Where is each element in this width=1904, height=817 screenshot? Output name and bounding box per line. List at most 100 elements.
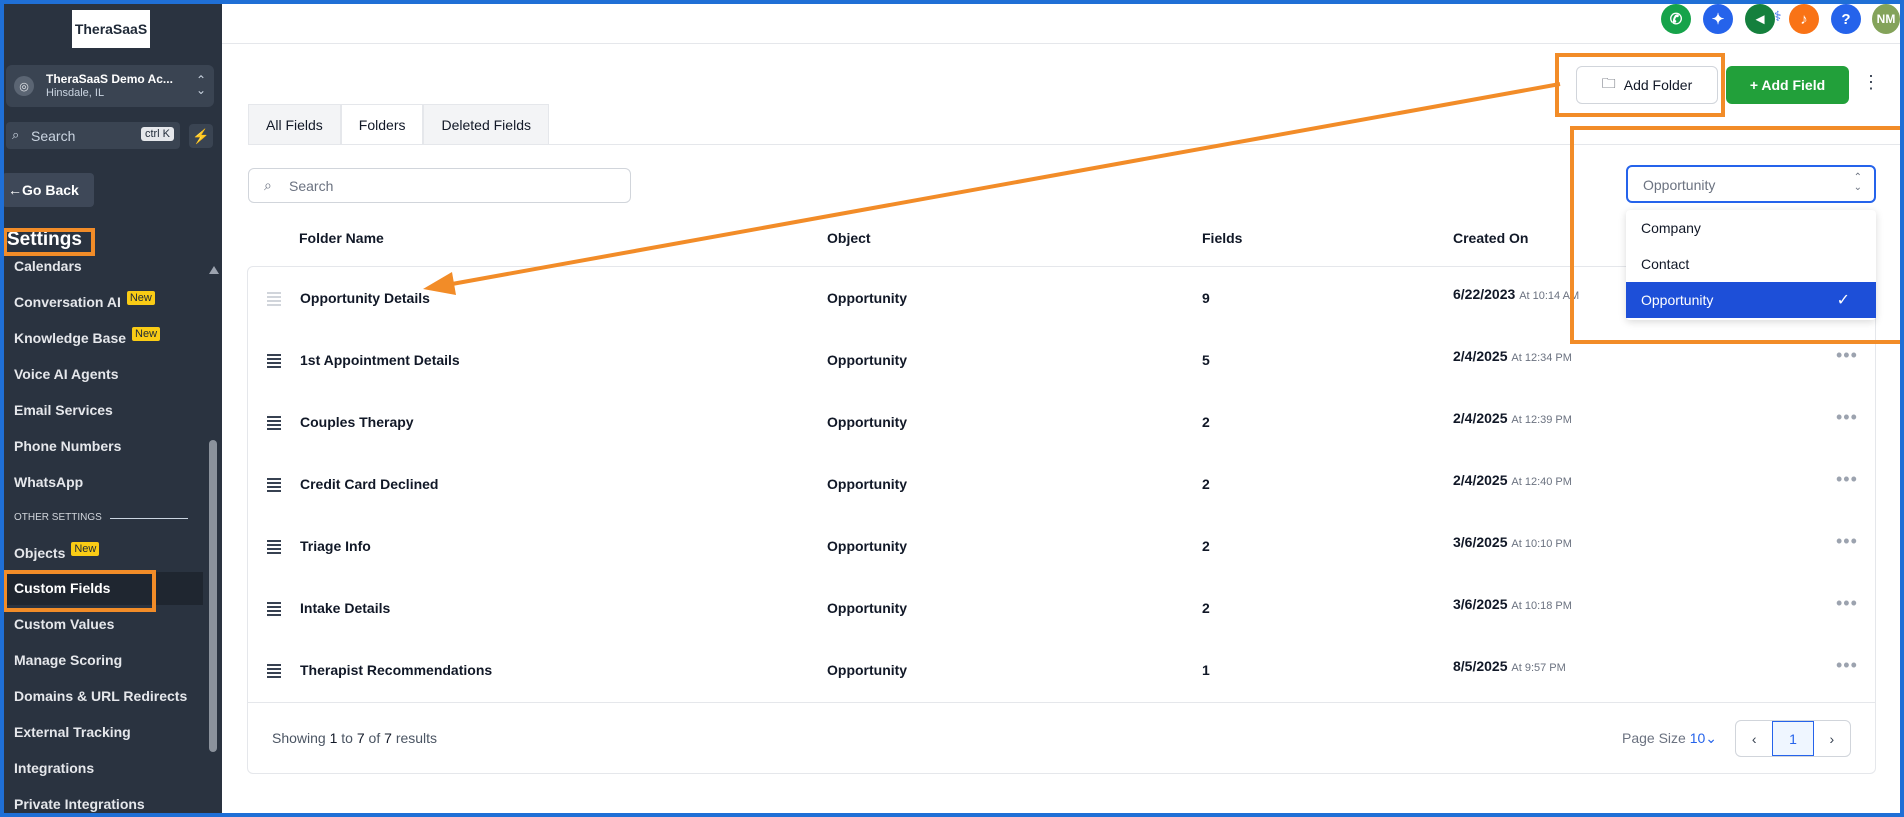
row-actions-icon[interactable]: ••• bbox=[1836, 531, 1858, 552]
more-vertical-icon[interactable]: ⋮ bbox=[1862, 72, 1880, 93]
drag-handle-icon[interactable] bbox=[267, 664, 281, 678]
go-back-button[interactable]: ← Go Back bbox=[2, 173, 94, 207]
account-name: TheraSaaS Demo Ac... bbox=[46, 72, 173, 86]
object-filter-select[interactable]: Opportunity ⌃ ⌄ bbox=[1626, 165, 1876, 203]
folder-name[interactable]: Intake Details bbox=[300, 600, 390, 616]
sidebar-item-private-integrations[interactable]: Private Integrations bbox=[14, 796, 145, 812]
add-folder-button[interactable]: 🗀 Add Folder bbox=[1576, 66, 1718, 104]
drag-handle-icon[interactable] bbox=[267, 292, 281, 306]
table-row[interactable]: Credit Card Declined Opportunity 2 2/4/2… bbox=[248, 453, 1875, 515]
row-actions-icon[interactable]: ••• bbox=[1836, 345, 1858, 366]
folder-search-input[interactable]: ⌕ Search bbox=[248, 168, 631, 203]
logo-text: TheraSaaS bbox=[74, 21, 148, 37]
chevron-right-icon[interactable]: › bbox=[1814, 721, 1850, 756]
sidebar-item-manage-scoring[interactable]: Manage Scoring bbox=[14, 652, 122, 668]
chevron-left-icon[interactable]: ‹ bbox=[1736, 721, 1772, 756]
phone-icon[interactable]: ✆ bbox=[1661, 4, 1691, 34]
sidebar-item-label: Knowledge Base bbox=[14, 330, 127, 346]
sidebar-scrollbar[interactable] bbox=[209, 440, 217, 752]
folder-field-count: 2 bbox=[1202, 476, 1210, 492]
column-header-fields[interactable]: Fields bbox=[1202, 230, 1242, 246]
sidebar-item-voice-ai-agents[interactable]: Voice AI Agents bbox=[14, 366, 119, 382]
table-row[interactable]: Intake Details Opportunity 2 3/6/2025 At… bbox=[248, 577, 1875, 639]
drag-handle-icon[interactable] bbox=[267, 540, 281, 554]
table-row[interactable]: Triage Info Opportunity 2 3/6/2025 At 10… bbox=[248, 515, 1875, 577]
created-time: At 10:10 PM bbox=[1511, 538, 1572, 550]
object-filter-value: Opportunity bbox=[1643, 177, 1716, 193]
tab-deleted-fields[interactable]: Deleted Fields bbox=[423, 104, 549, 144]
drag-handle-icon[interactable] bbox=[267, 354, 281, 368]
bell-icon[interactable]: ♪ bbox=[1789, 4, 1819, 34]
tab-folders[interactable]: Folders bbox=[340, 104, 424, 144]
sidebar-item-label: Custom Fields bbox=[14, 580, 111, 596]
table-row[interactable]: Therapist Recommendations Opportunity 1 … bbox=[248, 639, 1875, 701]
sidebar-item-domains[interactable]: Domains & URL Redirects bbox=[14, 688, 187, 704]
chevron-updown-icon: ⌃ ⌄ bbox=[195, 73, 206, 97]
sparkle-icon[interactable]: ✦ bbox=[1703, 4, 1733, 34]
sidebar-item-conversation-ai[interactable]: Conversation AI New bbox=[14, 291, 155, 311]
new-badge: New bbox=[132, 327, 161, 341]
row-actions-icon[interactable]: ••• bbox=[1836, 407, 1858, 428]
table-row[interactable]: Couples Therapy Opportunity 2 2/4/2025 A… bbox=[248, 391, 1875, 453]
created-on: 8/5/2025 At 9:57 PM bbox=[1453, 658, 1566, 674]
option-company[interactable]: Company bbox=[1626, 210, 1876, 246]
folder-name[interactable]: Couples Therapy bbox=[300, 414, 414, 430]
lightning-icon[interactable]: ⚡ bbox=[189, 124, 213, 148]
table-row[interactable]: 1st Appointment Details Opportunity 5 2/… bbox=[248, 329, 1875, 391]
sidebar-item-label: Voice AI Agents bbox=[14, 366, 119, 382]
help-icon[interactable]: ? bbox=[1831, 4, 1861, 34]
sidebar-item-integrations[interactable]: Integrations bbox=[14, 760, 94, 776]
created-time: At 12:39 PM bbox=[1511, 414, 1572, 426]
created-time: At 12:34 PM bbox=[1511, 352, 1572, 364]
company-logo[interactable]: TheraSaaS bbox=[72, 10, 150, 48]
page-size-value: 10 bbox=[1689, 730, 1706, 746]
sidebar-item-label: Manage Scoring bbox=[14, 652, 123, 668]
sidebar-item-objects[interactable]: Objects New bbox=[14, 542, 100, 562]
page-size-select[interactable]: Page Size 10⌄ bbox=[1622, 730, 1717, 747]
row-actions-icon[interactable]: ••• bbox=[1836, 655, 1858, 676]
column-header-object[interactable]: Object bbox=[827, 230, 871, 246]
sidebar-item-calendars[interactable]: Calendars bbox=[14, 258, 82, 274]
scroll-up-arrow[interactable] bbox=[209, 266, 219, 274]
divider bbox=[248, 702, 1875, 703]
megaphone-icon[interactable]: ◄ bbox=[1745, 4, 1775, 34]
folder-name[interactable]: Triage Info bbox=[300, 538, 371, 554]
account-switcher[interactable]: ◎ TheraSaaS Demo Ac... Hinsdale, IL ⌃ ⌄ bbox=[6, 65, 214, 107]
created-date: 2/4/2025 bbox=[1453, 410, 1508, 426]
drag-handle-icon[interactable] bbox=[267, 602, 281, 616]
row-actions-icon[interactable]: ••• bbox=[1836, 593, 1858, 614]
sidebar-item-external-tracking[interactable]: External Tracking bbox=[14, 724, 131, 740]
sidebar-item-email-services[interactable]: Email Services bbox=[14, 402, 113, 418]
option-label: Opportunity bbox=[1641, 292, 1714, 308]
folder-name[interactable]: Opportunity Details bbox=[300, 290, 430, 306]
keyboard-shortcut: ctrl K bbox=[140, 127, 174, 141]
results-from: 1 bbox=[329, 730, 338, 746]
option-contact[interactable]: Contact bbox=[1626, 246, 1876, 282]
option-opportunity[interactable]: Opportunity ✓ bbox=[1626, 282, 1876, 318]
created-date: 2/4/2025 bbox=[1453, 348, 1508, 364]
user-avatar[interactable]: NM bbox=[1872, 4, 1900, 34]
column-header-folder-name[interactable]: Folder Name bbox=[299, 230, 384, 246]
drag-handle-icon[interactable] bbox=[267, 478, 281, 492]
sidebar-item-whatsapp[interactable]: WhatsApp bbox=[14, 474, 83, 490]
add-field-button[interactable]: + Add Field bbox=[1726, 66, 1849, 104]
sidebar-item-knowledge-base[interactable]: Knowledge Base New bbox=[14, 327, 161, 347]
created-on: 2/4/2025 At 12:39 PM bbox=[1453, 410, 1572, 426]
created-date: 3/6/2025 bbox=[1453, 596, 1508, 612]
sidebar-item-phone-numbers[interactable]: Phone Numbers bbox=[14, 438, 121, 454]
drag-handle-icon[interactable] bbox=[267, 416, 281, 430]
folder-name[interactable]: Credit Card Declined bbox=[300, 476, 438, 492]
folder-name[interactable]: 1st Appointment Details bbox=[300, 352, 460, 368]
created-time: At 12:40 PM bbox=[1511, 476, 1572, 488]
page-number[interactable]: 1 bbox=[1772, 721, 1814, 756]
sidebar-search[interactable]: ⌕ Search ctrl K bbox=[6, 122, 180, 149]
row-actions-icon[interactable]: ••• bbox=[1836, 469, 1858, 490]
sidebar-item-custom-fields[interactable]: Custom Fields bbox=[14, 580, 110, 596]
tab-all-fields[interactable]: All Fields bbox=[248, 104, 341, 144]
results-total: 7 bbox=[384, 730, 392, 746]
results-suffix: results bbox=[395, 730, 438, 746]
column-header-created-on[interactable]: Created On bbox=[1453, 230, 1528, 246]
folder-name[interactable]: Therapist Recommendations bbox=[300, 662, 492, 678]
sidebar-item-custom-values[interactable]: Custom Values bbox=[14, 616, 114, 632]
sidebar-item-label: Email Services bbox=[14, 402, 113, 418]
